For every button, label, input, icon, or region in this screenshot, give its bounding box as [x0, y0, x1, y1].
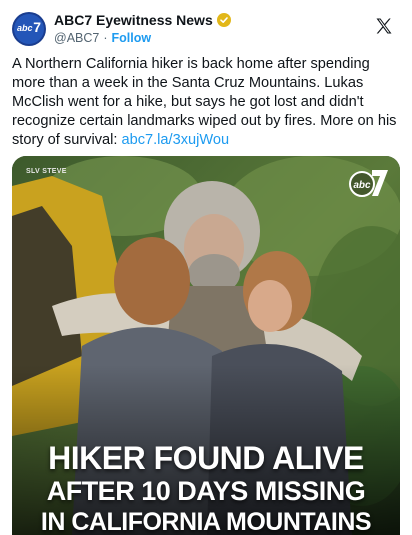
headline-line-2: AFTER 10 DAYS MISSING — [46, 476, 366, 506]
photo-credit: SLV STEVE — [26, 168, 67, 175]
account-handle[interactable]: @ABC7 — [54, 31, 99, 45]
headline-line-1: HIKER FOUND ALIVE — [48, 440, 364, 476]
abc7-logo-icon: abc — [349, 170, 388, 197]
tweet-card: abc 7 ABC7 Eyewitness News @ABC7 · Follo… — [0, 0, 412, 535]
headline-line-3: IN CALIFORNIA MOUNTAINS — [40, 508, 372, 535]
avatar-logo: abc 7 — [14, 14, 44, 44]
display-name[interactable]: ABC7 Eyewitness News — [54, 12, 213, 28]
x-logo-icon[interactable] — [374, 16, 394, 36]
tweet-header: abc 7 ABC7 Eyewitness News @ABC7 · Follo… — [12, 10, 400, 48]
account-names: ABC7 Eyewitness News @ABC7 · Follow — [54, 12, 231, 45]
verified-badge-icon — [216, 13, 231, 27]
tweet-media[interactable]: SLV STEVE abc HIKER FOUND ALIVE AFTER 10… — [12, 156, 400, 535]
tweet-link[interactable]: abc7.la/3xujWou — [121, 132, 229, 148]
tweet-text: A Northern California hiker is back home… — [12, 55, 402, 150]
avatar-logo-number: 7 — [33, 19, 41, 35]
separator-dot: · — [103, 31, 108, 45]
svg-text:abc: abc — [353, 180, 371, 191]
avatar-logo-text: abc — [17, 23, 33, 33]
follow-button[interactable]: Follow — [112, 31, 152, 45]
avatar[interactable]: abc 7 — [12, 12, 46, 46]
